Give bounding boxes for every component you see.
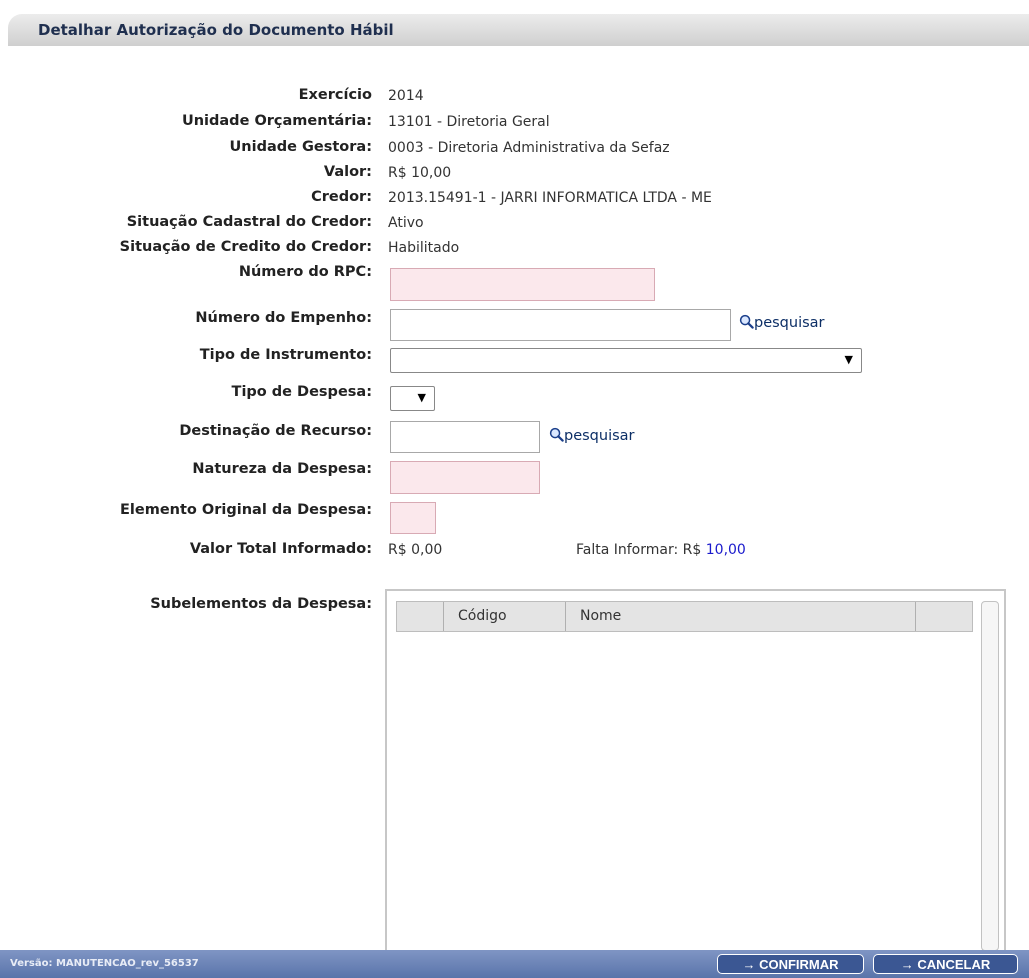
table-header: Código Nome [396, 601, 973, 632]
exercicio-label: Exercício [298, 87, 372, 103]
elemento-label: Elemento Original da Despesa: [120, 502, 372, 518]
cancel-button[interactable]: → CANCELAR [873, 954, 1018, 974]
natureza-label: Natureza da Despesa: [192, 461, 372, 477]
magnifier-icon [549, 427, 564, 442]
recurso-label: Destinação de Recurso: [179, 423, 372, 439]
subelementos-label: Subelementos da Despesa: [150, 596, 372, 612]
despesa-select[interactable]: ▼ [390, 386, 435, 411]
instrumento-label: Tipo de Instrumento: [199, 347, 372, 363]
recurso-input[interactable] [390, 421, 540, 453]
rpc-input[interactable] [390, 268, 655, 301]
version-text: Versão: MANUTENCAO_rev_56537 [10, 958, 199, 969]
confirm-button[interactable]: → CONFIRMAR [717, 954, 864, 974]
empenho-search-link[interactable]: pesquisar [739, 314, 825, 331]
column-select-header[interactable] [397, 602, 444, 631]
column-codigo-header[interactable]: Código [444, 602, 566, 631]
column-nome-header[interactable]: Nome [566, 602, 916, 631]
unidade-gestora-label: Unidade Gestora: [229, 139, 373, 155]
recurso-search-label: pesquisar [564, 428, 635, 444]
magnifier-icon [739, 314, 754, 329]
falta-informar: Falta Informar: R$ 10,00 [576, 542, 746, 558]
chevron-down-icon: ▼ [417, 391, 426, 404]
empenho-label: Número do Empenho: [195, 310, 372, 326]
unidade-orcamentaria-label: Unidade Orçamentária: [181, 113, 372, 129]
credor-value: 2013.15491-1 - JARRI INFORMATICA LTDA - … [388, 190, 712, 206]
credor-label: Credor: [311, 189, 372, 205]
situacao-cadastral-value: Ativo [388, 215, 424, 231]
total-value: R$ 0,00 [388, 542, 443, 558]
natureza-input[interactable] [390, 461, 540, 494]
recurso-search-link[interactable]: pesquisar [549, 427, 635, 444]
elemento-input[interactable] [390, 502, 436, 534]
empenho-input[interactable] [390, 309, 731, 341]
column-extra-header [916, 602, 972, 631]
unidade-gestora-value: 0003 - Diretoria Administrativa da Sefaz [388, 140, 670, 156]
subelementos-table[interactable]: Código Nome [385, 589, 1006, 963]
page-title: Detalhar Autorização do Documento Hábil [8, 14, 1029, 46]
valor-label: Valor: [323, 164, 372, 180]
despesa-label: Tipo de Despesa: [231, 384, 372, 400]
falta-label: Falta Informar: R$ [576, 542, 702, 558]
falta-value: 10,00 [705, 542, 746, 558]
total-label: Valor Total Informado: [189, 541, 372, 557]
footer-bar: Versão: MANUTENCAO_rev_56537 → CONFIRMAR… [0, 950, 1029, 978]
table-scrollbar[interactable] [981, 601, 999, 951]
situacao-credito-label: Situação de Credito do Credor: [119, 239, 372, 255]
rpc-label: Número do RPC: [238, 264, 372, 280]
valor-value: R$ 10,00 [388, 165, 452, 181]
empenho-search-label: pesquisar [754, 315, 825, 331]
situacao-credito-value: Habilitado [388, 240, 460, 256]
unidade-orcamentaria-value: 13101 - Diretoria Geral [388, 114, 550, 130]
exercicio-value: 2014 [388, 88, 424, 104]
instrumento-select[interactable]: ▼ [390, 348, 862, 373]
situacao-cadastral-label: Situação Cadastral do Credor: [126, 214, 372, 230]
chevron-down-icon: ▼ [844, 353, 853, 366]
